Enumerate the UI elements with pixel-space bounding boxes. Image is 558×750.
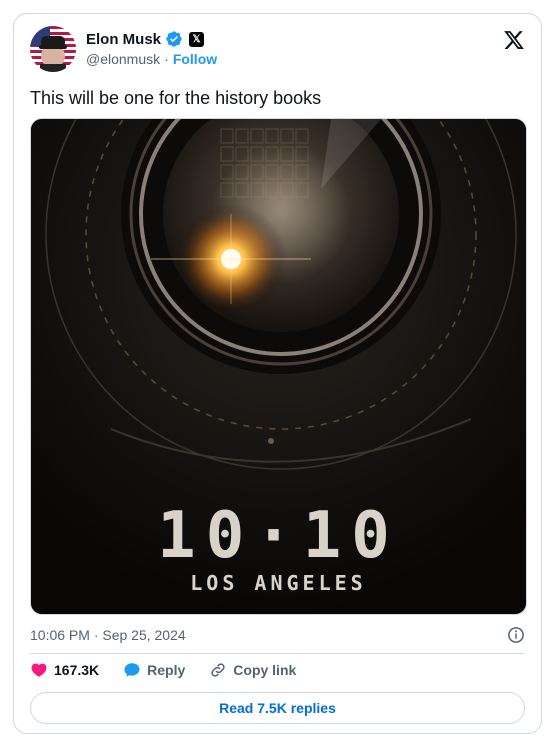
media-subtitle: LOS ANGELES [190,571,367,595]
tweet-media[interactable]: 10·10 LOS ANGELES [30,118,527,615]
copy-link-button[interactable]: Copy link [209,661,296,679]
read-replies-button[interactable]: Read 7.5K replies [30,692,525,724]
verified-badge-icon [166,31,182,47]
author-name[interactable]: Elon Musk [86,31,161,48]
link-icon [211,663,225,677]
speech-bubble-icon [124,663,140,677]
divider [30,653,525,654]
copy-link-label: Copy link [233,662,297,678]
action-bar: 167.3K Reply Copy link [30,661,320,679]
like-count: 167.3K [54,662,100,678]
tweet-timestamp[interactable]: 10:06 PM · Sep 25, 2024 [30,627,186,643]
x-affiliate-badge: 𝕏 [189,31,205,47]
tweet-text: This will be one for the history books [30,88,322,108]
reply-button[interactable]: Reply [123,661,185,679]
x-logo-icon[interactable] [503,29,525,51]
author-row: Elon Musk 𝕏 [86,30,205,48]
meta-row: 10:06 PM · Sep 25, 2024 [30,626,525,644]
follow-button[interactable]: Follow [173,51,217,67]
reply-label: Reply [147,662,186,678]
heart-icon [31,663,47,677]
handle-row: @elonmusk · Follow [86,51,217,67]
tweet-card: Elon Musk 𝕏 @elonmusk · Follow This will… [13,13,542,734]
author-handle[interactable]: @elonmusk [86,51,160,67]
info-icon[interactable] [507,626,525,644]
like-button[interactable]: 167.3K [30,661,99,679]
separator: · [164,51,169,67]
media-title: 10·10 [157,499,400,573]
avatar[interactable] [30,26,76,72]
